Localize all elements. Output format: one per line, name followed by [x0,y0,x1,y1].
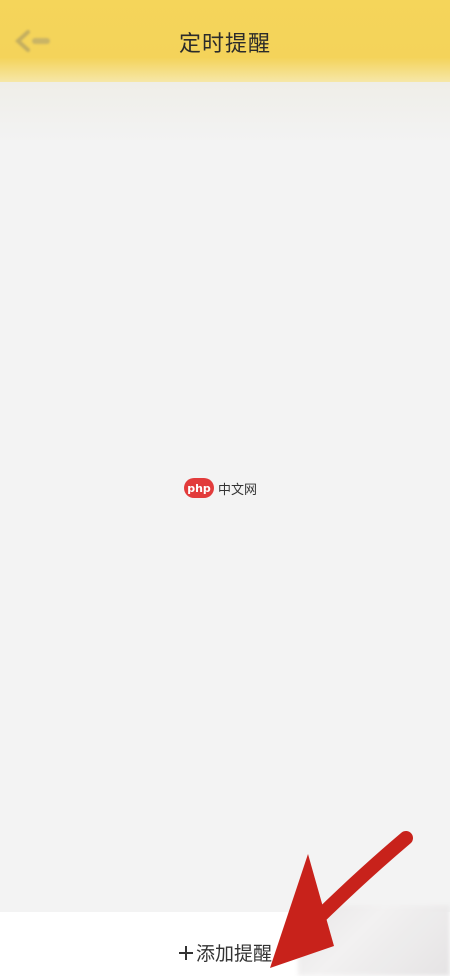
watermark-php-badge: php [184,478,214,498]
page-title: 定时提醒 [178,32,271,57]
top-bar: 定时提醒 [0,0,450,82]
header-shadow [0,82,450,142]
red-arrow-icon [270,831,413,968]
add-reminder-button[interactable]: 添加提醒 [178,939,272,966]
plus-icon [178,945,194,961]
reminder-list-empty-area [0,142,450,912]
watermark: php 中文网 [184,477,257,499]
watermark-text: 中文网 [218,482,258,498]
